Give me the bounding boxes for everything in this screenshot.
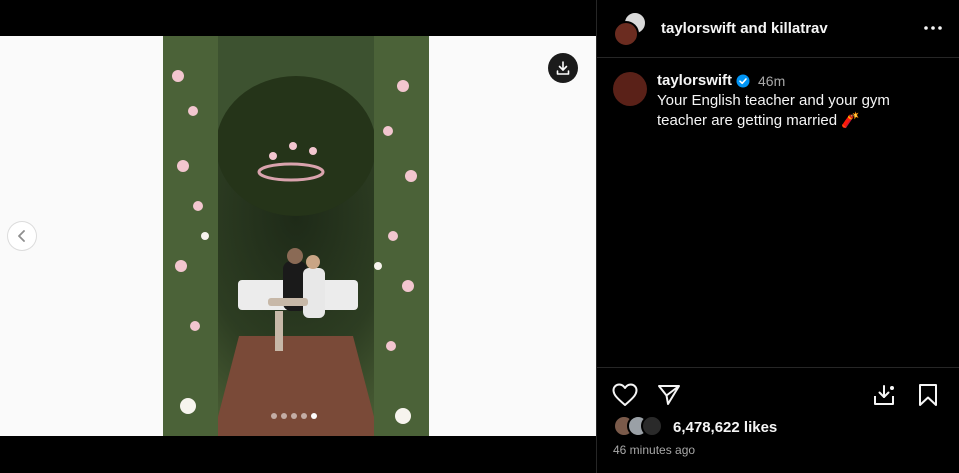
bookmark-button[interactable]: [913, 380, 943, 410]
engagement-photo-image: [163, 36, 429, 436]
post-time-ago[interactable]: 46 minutes ago: [613, 443, 695, 457]
post-header: taylorswift and killatrav: [597, 0, 959, 58]
likes-count[interactable]: 6,478,622 likes: [673, 419, 777, 436]
action-bar: [597, 380, 959, 410]
heart-icon: [612, 383, 638, 406]
more-options-icon: [924, 26, 942, 30]
download-button[interactable]: [548, 53, 578, 83]
header-username-1[interactable]: taylorswift: [661, 20, 736, 37]
save-download-icon: [874, 385, 894, 405]
caption-timestamp[interactable]: 46m: [758, 73, 785, 89]
caption: taylorswift 46m Your English teacher and…: [597, 58, 959, 131]
collab-avatars[interactable]: [613, 10, 649, 47]
header-username-2[interactable]: killatrav: [771, 20, 828, 37]
caption-username[interactable]: taylorswift: [657, 72, 732, 89]
avatar: [613, 20, 639, 47]
likes-row: 6,478,622 likes: [613, 415, 777, 439]
carousel-dot: [301, 413, 307, 419]
carousel-dot: [271, 413, 277, 419]
carousel-dot: [291, 413, 297, 419]
post-details-panel: taylorswift and killatrav taylorswift 46…: [596, 0, 959, 473]
liker-avatars[interactable]: [613, 415, 669, 439]
carousel-dot: [281, 413, 287, 419]
post-photo[interactable]: [163, 36, 429, 436]
bookmark-icon: [919, 384, 937, 406]
media-area: [0, 0, 596, 473]
avatar: [641, 415, 663, 437]
collab-usernames: taylorswift and killatrav: [661, 20, 828, 37]
header-connector: and: [740, 20, 767, 37]
caption-text: Your English teacher and your gym teache…: [657, 92, 890, 129]
previous-media-button[interactable]: [8, 222, 36, 250]
carousel-dot-active: [311, 413, 317, 419]
caption-meta: taylorswift 46m: [657, 72, 917, 89]
more-options-button[interactable]: [921, 18, 945, 38]
like-button[interactable]: [610, 380, 640, 410]
paper-plane-icon: [658, 385, 680, 405]
verified-badge-icon: [736, 74, 750, 88]
chevron-left-icon: [18, 230, 25, 242]
caption-body: taylorswift 46m Your English teacher and…: [657, 72, 917, 131]
avatar[interactable]: [613, 72, 647, 106]
share-button[interactable]: [654, 380, 684, 410]
download-icon: [556, 61, 570, 75]
divider: [597, 367, 959, 368]
carousel-indicator: [271, 413, 317, 419]
save-media-button[interactable]: [869, 380, 899, 410]
